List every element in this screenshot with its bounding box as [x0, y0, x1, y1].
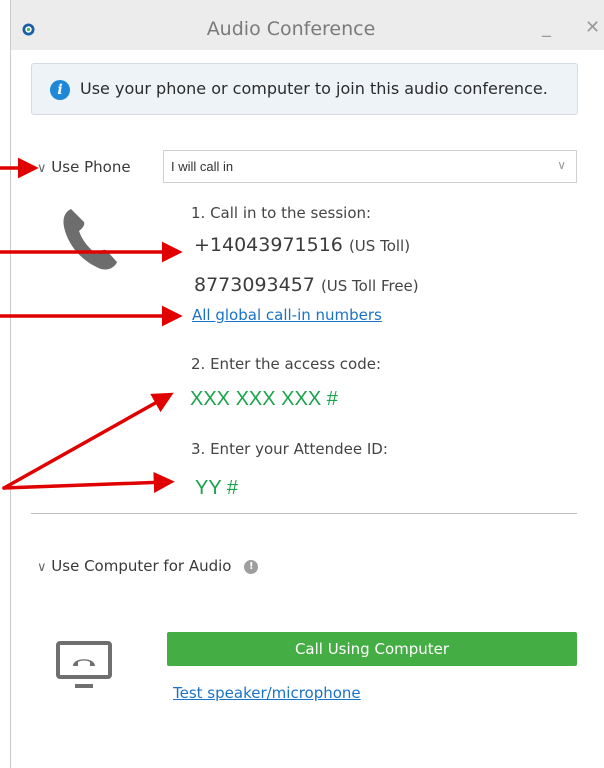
- info-icon: i: [50, 80, 70, 100]
- audio-conference-window: Audio Conference _ ✕ i Use your phone or…: [10, 0, 604, 768]
- help-icon[interactable]: !: [244, 559, 259, 574]
- info-banner: i Use your phone or computer to join thi…: [31, 63, 578, 115]
- title-bar: Audio Conference _ ✕: [11, 0, 604, 50]
- call-using-computer-button[interactable]: Call Using Computer: [167, 632, 577, 666]
- chevron-down-icon: ∨: [37, 560, 47, 575]
- step-access-code-label: 2. Enter the access code:: [191, 355, 382, 373]
- toll-free-number: 8773093457 (US Toll Free): [194, 274, 419, 296]
- use-computer-audio-label: Use Computer for Audio: [51, 557, 232, 575]
- attendee-id-value: YY #: [195, 477, 238, 499]
- access-code-value: XXX XXX XXX #: [190, 388, 338, 410]
- toll-number: +14043971516 (US Toll): [194, 234, 410, 256]
- use-phone-toggle[interactable]: ∨ Use Phone: [37, 158, 131, 176]
- call-option-value: I will call in: [171, 159, 234, 174]
- toll-free-number-label: (US Toll Free): [320, 277, 419, 295]
- toll-free-number-value: 8773093457: [194, 274, 315, 296]
- phone-handset-icon: [63, 209, 117, 270]
- toll-number-label: (US Toll): [348, 237, 411, 255]
- test-speaker-microphone-link[interactable]: Test speaker/microphone: [173, 684, 361, 702]
- window-title: Audio Conference: [206, 18, 376, 40]
- global-call-in-numbers-link[interactable]: All global call-in numbers: [192, 306, 382, 324]
- chevron-down-icon: ∨: [557, 158, 566, 172]
- chevron-down-icon: ∨: [37, 161, 47, 176]
- step-attendee-id-label: 3. Enter your Attendee ID:: [191, 440, 388, 458]
- computer-audio-icon: [56, 641, 112, 688]
- minimize-button[interactable]: _: [542, 18, 551, 38]
- info-banner-text: Use your phone or computer to join this …: [80, 79, 548, 98]
- call-option-select[interactable]: I will call in ∨: [163, 150, 577, 183]
- toll-number-value: +14043971516: [194, 234, 343, 256]
- step-call-in-label: 1. Call in to the session:: [191, 204, 372, 222]
- use-computer-audio-toggle[interactable]: ∨ Use Computer for Audio !: [37, 557, 259, 575]
- close-button[interactable]: ✕: [585, 18, 600, 38]
- section-divider: [31, 513, 577, 514]
- use-phone-label: Use Phone: [51, 158, 131, 176]
